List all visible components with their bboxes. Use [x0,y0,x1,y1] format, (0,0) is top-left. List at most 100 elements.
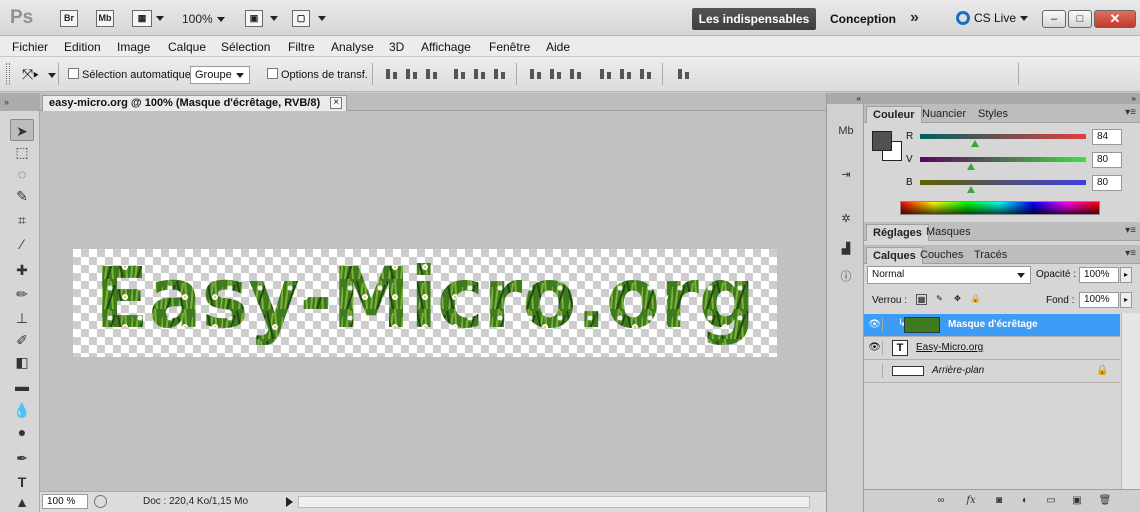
minibridge-button[interactable]: Mb [96,10,114,27]
new-layer-icon[interactable]: ▣ [1070,494,1084,508]
new-group-icon[interactable]: ▭ [1044,494,1058,508]
tab-couleur[interactable]: Couleur [866,106,922,123]
navigator-panel-icon[interactable]: ✲ [836,209,856,229]
add-mask-icon[interactable]: ◙ [992,494,1006,508]
fx-icon[interactable]: fx [964,494,978,508]
minibridge-panel-icon[interactable]: Mb [836,121,856,141]
lasso-tool-icon[interactable]: ◌ [10,163,34,185]
menu-image[interactable]: Image [117,40,150,54]
close-icon[interactable]: × [330,97,343,109]
fill-field[interactable]: 100% [1079,292,1119,308]
panel-menu-icon[interactable]: ▾≡ [1125,225,1136,236]
panels-collapse-handle[interactable]: » [864,93,1140,104]
fill-arrow-icon[interactable]: ▸ [1120,292,1132,308]
blend-mode-dropdown[interactable]: Normal [867,266,1031,284]
transform-controls-checkbox[interactable] [267,68,278,79]
visibility-eye-icon-hidden[interactable] [867,364,883,378]
red-value-field[interactable]: 84 [1092,129,1122,145]
view-extras-icon[interactable]: ▦ [132,10,152,27]
document-tab[interactable]: easy-micro.org @ 100% (Masque d'écrêtage… [42,95,348,111]
eraser-tool-icon[interactable]: ◧ [10,351,34,373]
chevron-down-icon[interactable] [48,73,56,78]
menu-3d[interactable]: 3D [389,40,404,54]
distribute-top-icon[interactable] [528,67,544,81]
workspace-design-button[interactable]: Conception [830,12,896,26]
layer-row-text[interactable]: 👁 T Easy-Micro.org [864,337,1120,360]
distribute-left-icon[interactable] [598,67,614,81]
red-slider[interactable] [920,134,1086,139]
tab-traces[interactable]: Tracés [968,247,1013,264]
auto-select-dropdown[interactable]: Groupe [190,66,250,84]
status-options-icon[interactable] [94,495,107,508]
toolbox-collapse-handle[interactable]: » [0,93,40,111]
crop-tool-icon[interactable]: ⌗ [10,209,34,231]
menu-edition[interactable]: Edition [64,40,101,54]
visibility-eye-icon[interactable]: 👁 [867,318,883,332]
tab-masques[interactable]: Masques [920,224,977,241]
foreground-color-swatch[interactable] [872,131,892,151]
menu-filtre[interactable]: Filtre [288,40,315,54]
canvas-area[interactable]: Easy-Micro.org [40,111,826,491]
history-panel-icon[interactable]: ⇥ [836,165,856,185]
gradient-tool-icon[interactable]: ▬ [10,375,34,397]
layer-row-background[interactable]: Arrière-plan 🔒 [864,360,1120,383]
lock-all-icon[interactable]: 🔒 [970,294,981,305]
workspace-essentials-button[interactable]: Les indispensables [692,8,816,30]
cs-live-menu[interactable]: CS Live [956,11,1029,25]
blue-slider-knob[interactable] [967,186,976,193]
lock-position-icon[interactable]: ✥ [952,294,963,305]
panel-menu-icon[interactable]: ▾≡ [1125,248,1136,259]
screen-mode-icon[interactable]: ▢ [292,10,310,27]
clone-stamp-tool-icon[interactable]: ⊥ [10,307,34,329]
delete-layer-icon[interactable]: 🗑 [1098,494,1112,508]
eyedropper-tool-icon[interactable]: ⁄ [10,233,34,255]
distribute-horizontal-center-icon[interactable] [618,67,634,81]
status-menu-arrow-icon[interactable] [286,497,293,507]
options-grip[interactable] [6,63,10,85]
visibility-eye-icon[interactable]: 👁 [867,341,883,355]
histogram-panel-icon[interactable]: ▟ [836,239,856,259]
history-brush-tool-icon[interactable]: ✐ [10,329,34,351]
move-tool-icon[interactable]: ➤ [10,119,34,141]
green-value-field[interactable]: 80 [1092,152,1122,168]
align-left-icon[interactable] [452,67,468,81]
auto-select-checkbox[interactable] [68,68,79,79]
move-tool-preset-icon[interactable]: ⤧▸ [22,66,39,83]
adjustment-layer-icon[interactable]: ◐ [1018,494,1032,508]
info-panel-icon[interactable]: ⓘ [836,267,856,287]
pen-tool-icon[interactable]: ✒ [10,447,34,469]
distribute-right-icon[interactable] [638,67,654,81]
tab-couches[interactable]: Couches [914,247,969,264]
panel-menu-icon[interactable]: ▾≡ [1125,107,1136,118]
status-zoom-field[interactable]: 100 % [42,494,88,509]
chevron-down-icon[interactable] [318,16,326,21]
color-spectrum-bar[interactable] [900,201,1100,215]
dodge-tool-icon[interactable]: ● [10,421,34,443]
distribute-bottom-icon[interactable] [568,67,584,81]
marquee-tool-icon[interactable]: ⬚ [10,141,34,163]
menu-affichage[interactable]: Affichage [421,40,471,54]
arrange-documents-icon[interactable]: ▣ [245,10,263,27]
opacity-field[interactable]: 100% [1079,267,1119,283]
chevron-down-icon[interactable] [156,16,164,21]
minimize-button[interactable]: – [1042,10,1066,28]
menu-selection[interactable]: Sélection [221,40,270,54]
auto-align-layers-icon[interactable] [676,67,692,81]
menu-fichier[interactable]: Fichier [12,40,48,54]
close-window-button[interactable]: ✕ [1094,10,1136,28]
path-selection-tool-icon[interactable]: ▲ [10,491,34,512]
align-vertical-center-icon[interactable] [404,67,420,81]
red-slider-knob[interactable] [970,140,979,147]
healing-brush-tool-icon[interactable]: ✚ [10,259,34,281]
distribute-vertical-center-icon[interactable] [548,67,564,81]
horizontal-scrollbar[interactable] [298,496,810,508]
align-horizontal-center-icon[interactable] [472,67,488,81]
type-tool-icon[interactable]: T [10,471,34,493]
lock-transparency-icon[interactable]: ▦ [916,294,927,305]
link-layers-icon[interactable]: ∞ [934,494,948,508]
zoom-level-dropdown[interactable]: 100% [182,12,225,26]
bridge-button[interactable]: Br [60,10,78,27]
blue-slider[interactable] [920,180,1086,185]
menu-aide[interactable]: Aide [546,40,570,54]
menu-analyse[interactable]: Analyse [331,40,374,54]
